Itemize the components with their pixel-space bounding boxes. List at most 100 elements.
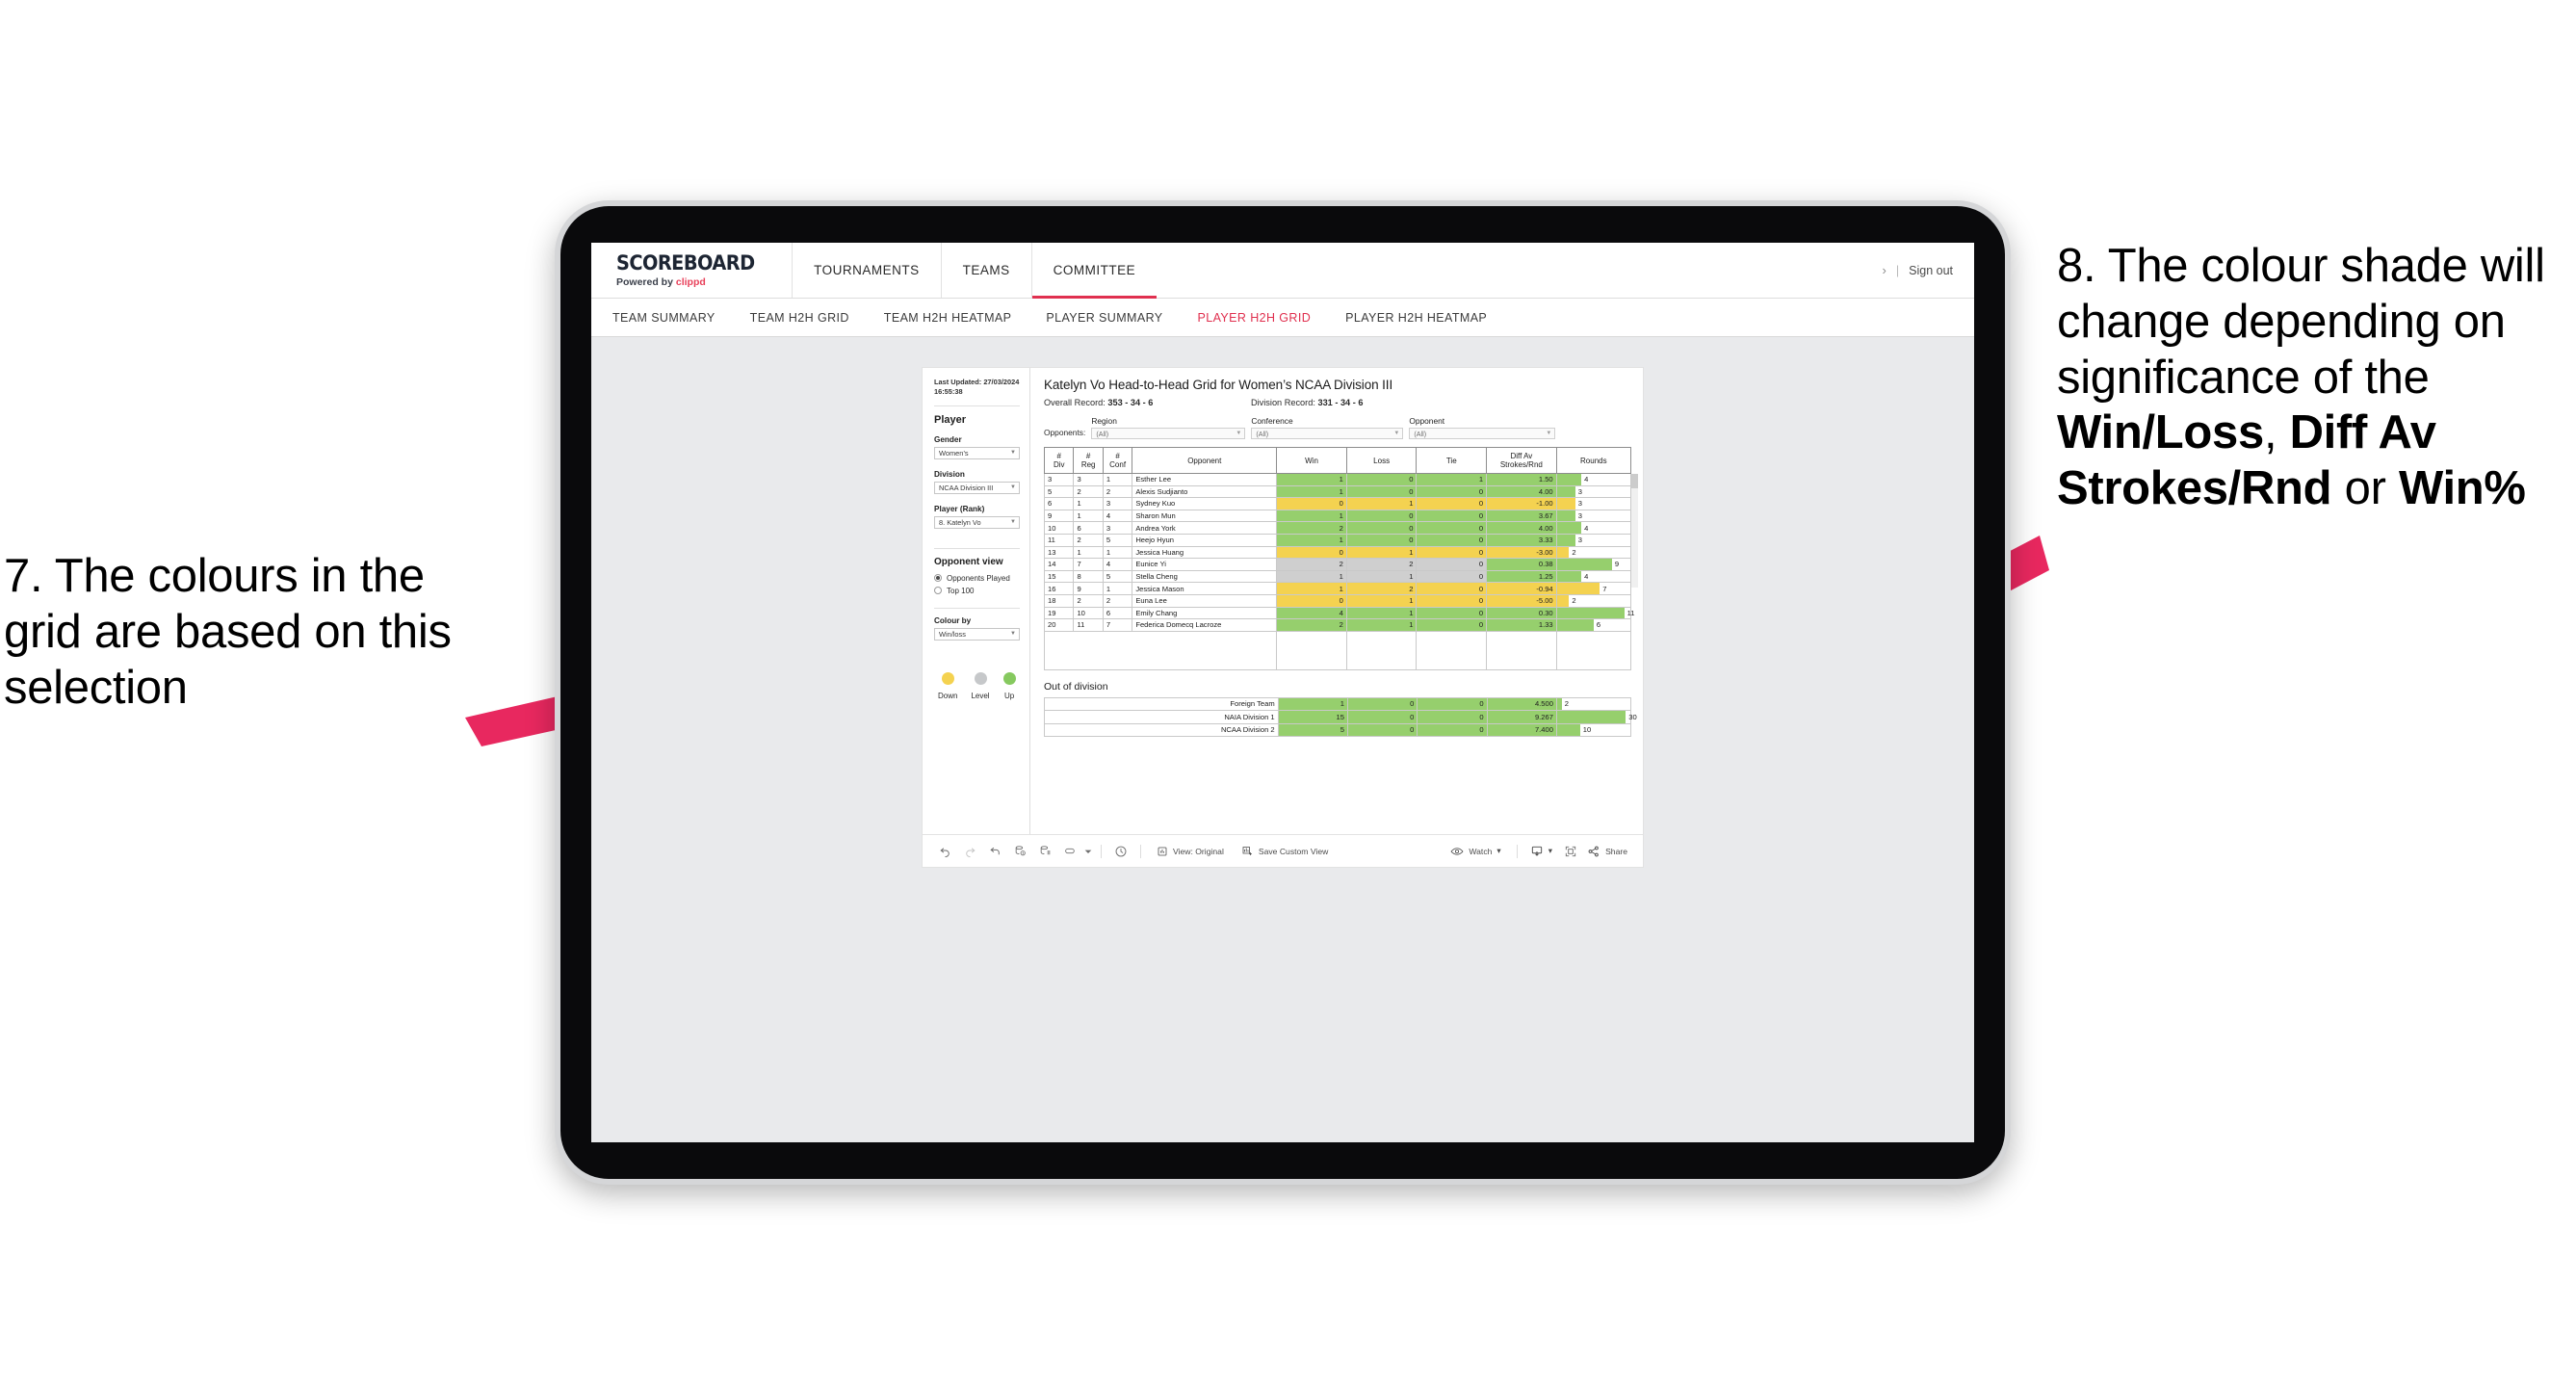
colour-by-select[interactable]: Win/loss ▼ (934, 627, 1020, 641)
header-divider: | (1895, 263, 1900, 277)
grid-scrollbar[interactable] (1631, 474, 1638, 588)
radio-opponents-played[interactable]: Opponents Played (934, 574, 1020, 583)
table-row[interactable]: 13 1 1 Jessica Huang 0 1 0 -3.00 2 (1043, 545, 1632, 560)
revert-icon[interactable] (982, 839, 1007, 864)
cell-opponent: Jessica Huang (1132, 545, 1278, 560)
filter-region: Region (All) ▼ (1091, 416, 1246, 439)
cell-loss: 0 (1345, 533, 1418, 547)
save-custom-view-label: Save Custom View (1258, 846, 1329, 856)
col-reg: # Reg (1073, 447, 1104, 474)
share-button[interactable]: Share (1583, 845, 1633, 858)
nav-tab-teams[interactable]: TEAMS (940, 243, 1031, 298)
grid-pad-win (1276, 630, 1347, 670)
table-row[interactable]: 11 2 5 Heejo Hyun 1 0 0 3.33 3 (1043, 533, 1632, 547)
cell-reg: 2 (1073, 533, 1104, 547)
chevron-right-icon[interactable]: › (1883, 263, 1886, 277)
subnav-team-h2h-grid[interactable]: TEAM H2H GRID (750, 311, 871, 325)
subnav-player-summary[interactable]: PLAYER SUMMARY (1046, 311, 1184, 325)
redo-icon[interactable] (957, 839, 982, 864)
rounds-bar (1556, 583, 1600, 594)
cell-diff-av-strokes: 1.25 (1486, 569, 1557, 584)
sign-out-link[interactable]: Sign out (1909, 264, 1953, 277)
rounds-bar (1556, 711, 1626, 723)
subnav-team-h2h-heatmap[interactable]: TEAM H2H HEATMAP (884, 311, 1033, 325)
colour-legend: Down Level Up (934, 671, 1020, 700)
region-select[interactable]: (All) ▼ (1091, 428, 1246, 439)
cell-reg: 2 (1073, 484, 1104, 499)
pause-refresh-icon[interactable] (1108, 839, 1133, 864)
subnav-player-h2h-grid[interactable]: PLAYER H2H GRID (1198, 311, 1333, 325)
col-diff-av-strokes: Diff Av Strokes/Rnd (1486, 447, 1557, 474)
highlight-dropdown-icon[interactable] (1082, 839, 1094, 864)
save-custom-view-button[interactable]: Save Custom View (1233, 845, 1337, 857)
table-row[interactable]: NCAA Division 2 5 0 0 7.400 10 (1044, 722, 1632, 738)
table-row[interactable]: 20 11 7 Federica Domecq Lacroze 2 1 0 1.33 6 (1043, 618, 1632, 632)
cell-div: 16 (1043, 582, 1075, 595)
label-gender: Gender (934, 434, 962, 444)
rounds-bar (1556, 559, 1612, 570)
legend-item-up: Up (1002, 671, 1016, 700)
rounds-value: 3 (1577, 486, 1582, 496)
table-row[interactable]: 15 8 5 Stella Cheng 1 1 0 1.25 4 (1043, 569, 1632, 584)
table-row[interactable]: 6 1 3 Sydney Kuo 0 1 0 -1.00 3 (1043, 497, 1632, 510)
visualization-card: Last Updated: 27/03/2024 16:55:38 Player… (923, 368, 1643, 867)
filter-conference: Conference (All) ▼ (1251, 416, 1404, 439)
rounds-bar (1556, 485, 1575, 498)
nav-tab-tournaments[interactable]: TOURNAMENTS (792, 243, 941, 298)
rounds-value: 6 (1596, 620, 1601, 630)
refresh-data-icon[interactable] (1007, 839, 1032, 864)
table-row[interactable]: 9 1 4 Sharon Mun 1 0 0 3.67 3 (1043, 509, 1632, 523)
download-button[interactable]: ▾ (1524, 845, 1558, 858)
conference-select[interactable]: (All) ▼ (1251, 428, 1404, 439)
table-row[interactable]: NAIA Division 1 15 0 0 9.267 30 (1044, 710, 1637, 724)
grid-scrollbar-thumb[interactable] (1631, 474, 1638, 488)
cell-tie: 0 (1417, 710, 1488, 724)
undo-icon[interactable] (932, 839, 957, 864)
cell-tie: 0 (1416, 484, 1488, 499)
cell-diff-av-strokes: 4.500 (1486, 696, 1557, 712)
cell-rounds: 2 (1555, 593, 1632, 608)
player-rank-select[interactable]: 8. Katelyn Vo ▼ (934, 515, 1020, 529)
annotation-8: 8. The colour shade will change dependin… (2057, 239, 2576, 517)
table-row[interactable]: 18 2 2 Euna Lee 0 1 0 -5.00 2 (1043, 593, 1632, 608)
table-row[interactable]: 5 2 2 Alexis Sudjianto 1 0 0 4.00 3 (1043, 484, 1632, 499)
view-original-button[interactable]: View: Original (1148, 846, 1233, 857)
cell-win: 15 (1277, 710, 1348, 724)
opponent-select[interactable]: (All) ▼ (1409, 428, 1556, 439)
highlight-icon[interactable] (1057, 839, 1082, 864)
cell-win: 5 (1277, 722, 1348, 738)
cell-tie: 0 (1416, 618, 1488, 632)
division-select[interactable]: NCAA Division III ▼ (934, 481, 1020, 494)
secondary-nav: TEAM SUMMARY TEAM H2H GRID TEAM H2H HEAT… (591, 299, 1974, 337)
table-row[interactable]: 3 3 1 Esther Lee 1 0 1 1.50 4 (1043, 473, 1632, 486)
cell-group-name: Foreign Team (1044, 696, 1279, 712)
fullscreen-icon[interactable] (1558, 839, 1583, 864)
cell-tie: 0 (1416, 509, 1488, 523)
table-row[interactable]: 14 7 4 Eunice Yi 2 2 0 0.38 9 (1043, 558, 1632, 571)
nav-tab-committee[interactable]: COMMITTEE (1030, 243, 1158, 299)
subnav-team-summary[interactable]: TEAM SUMMARY (612, 311, 737, 325)
rounds-value: 10 (1582, 725, 1592, 735)
cell-reg: 1 (1073, 509, 1104, 523)
subnav-player-h2h-heatmap[interactable]: PLAYER H2H HEATMAP (1345, 311, 1508, 325)
cell-win: 1 (1276, 582, 1347, 595)
table-row[interactable]: 16 9 1 Jessica Mason 1 2 0 -0.94 7 (1043, 582, 1632, 595)
cell-div: 10 (1043, 521, 1075, 535)
chevron-down-icon: ▾ (1496, 846, 1501, 855)
gender-select[interactable]: Women’s ▼ (934, 446, 1020, 459)
cell-conf: 3 (1102, 521, 1133, 535)
visualization-body: Last Updated: 27/03/2024 16:55:38 Player… (923, 368, 1643, 834)
cell-rounds: 6 (1555, 618, 1632, 632)
cell-rounds: 4 (1555, 569, 1632, 584)
pause-data-icon[interactable] (1032, 839, 1057, 864)
radio-top-100[interactable]: Top 100 (934, 587, 1020, 595)
rounds-bar-cell: 3 (1556, 498, 1630, 510)
table-row[interactable]: 19 10 6 Emily Chang 4 1 0 0.30 11 (1043, 606, 1635, 620)
cell-loss: 0 (1345, 521, 1418, 535)
table-row[interactable]: 10 6 3 Andrea York 2 0 0 4.00 4 (1043, 521, 1632, 535)
out-of-division-table: Foreign Team 1 0 0 4.500 2 NAIA Division 1 15 0 0… (1044, 696, 1637, 738)
chevron-down-icon: ▾ (1548, 846, 1553, 855)
table-row[interactable]: Foreign Team 1 0 0 4.500 2 (1044, 696, 1632, 712)
watch-button[interactable]: Watch ▾ (1442, 846, 1509, 857)
cell-win: 1 (1276, 533, 1347, 547)
